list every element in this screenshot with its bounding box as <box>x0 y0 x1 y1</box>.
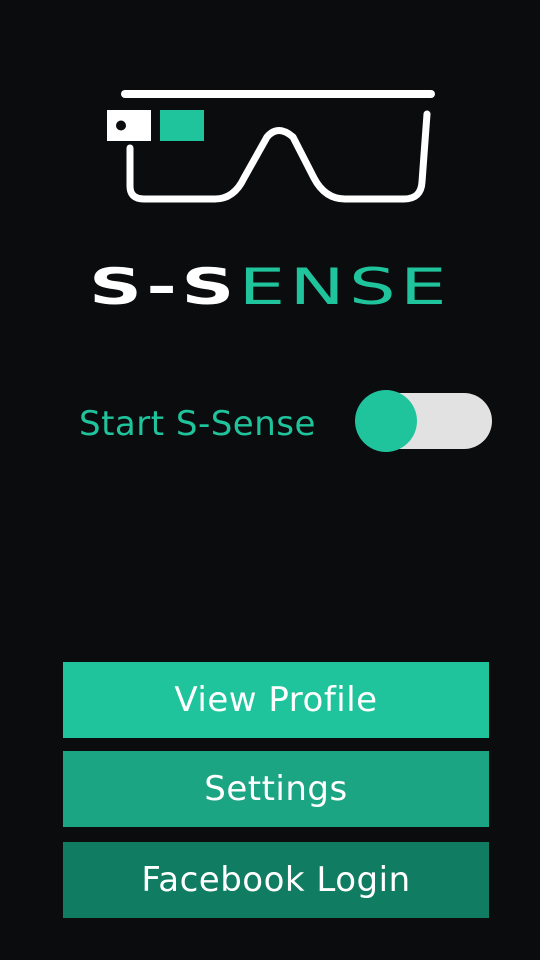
view-profile-button[interactable]: View Profile <box>63 662 489 738</box>
smart-glasses-icon <box>107 90 435 203</box>
app-logo: S-S ENSE <box>89 90 451 316</box>
brand-wordmark-part2: ENSE <box>239 258 451 316</box>
toggle-knob <box>355 390 417 452</box>
start-s-sense-toggle[interactable] <box>355 390 493 452</box>
brand-wordmark-part1: S-S <box>89 258 239 316</box>
settings-button[interactable]: Settings <box>63 751 489 827</box>
facebook-login-button[interactable]: Facebook Login <box>63 842 489 918</box>
brand-wordmark: S-S ENSE <box>89 258 451 316</box>
start-s-sense-label: Start S-Sense <box>79 404 316 444</box>
